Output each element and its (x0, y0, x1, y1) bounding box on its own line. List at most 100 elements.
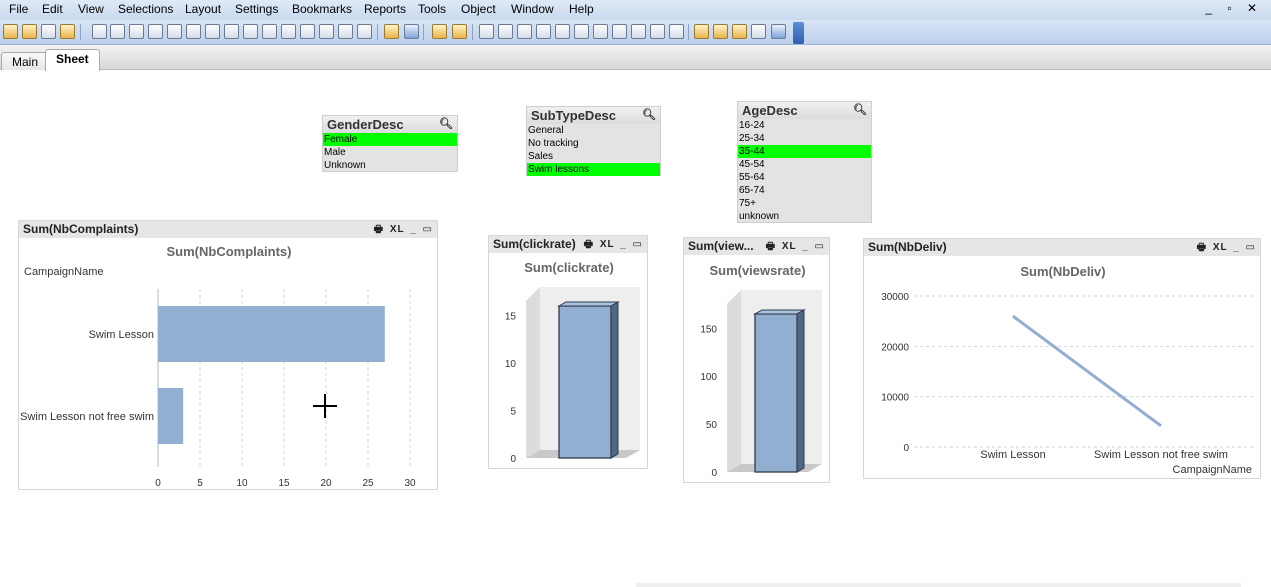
tab-sheet[interactable]: Sheet (45, 49, 100, 71)
menu-object[interactable]: Object (461, 2, 496, 16)
y-tick-label: 30000 (881, 292, 909, 303)
crosshair-cursor-icon (313, 394, 337, 418)
bar-top (557, 301, 620, 307)
adjust-icon[interactable] (669, 24, 684, 39)
document-properties-icon[interactable] (694, 24, 709, 39)
expression-overview-icon[interactable] (751, 24, 766, 39)
list-item[interactable]: 55-64 (738, 171, 871, 184)
chart-viewsrate[interactable]: Sum(view... 🖶 XL _ ▭ Sum(viewsrate) 0 50 1… (683, 237, 830, 483)
menu-edit[interactable]: Edit (42, 2, 63, 16)
tab-main[interactable]: Main (1, 52, 50, 70)
menu-reports[interactable]: Reports (364, 2, 406, 16)
search-icon[interactable]: 🔍︎ (439, 117, 453, 130)
chart-icon[interactable] (167, 24, 182, 39)
series-line (1012, 314, 1162, 428)
list-item[interactable]: Male (323, 146, 457, 159)
menu-file[interactable]: File (9, 2, 28, 16)
list-item[interactable]: 65-74 (738, 184, 871, 197)
align-middle-icon[interactable] (555, 24, 570, 39)
custom-object-icon[interactable] (357, 24, 372, 39)
statistics-box-icon[interactable] (110, 24, 125, 39)
list-item[interactable]: Female (323, 133, 457, 146)
space-vertical-icon[interactable] (612, 24, 627, 39)
chart-clickrate[interactable]: Sum(clickrate) 🖶 XL _ ▭ Sum(clickrate) 0… (488, 235, 648, 469)
list-item[interactable]: Sales (527, 150, 660, 163)
list-item[interactable]: 25-34 (738, 132, 871, 145)
search-object-icon[interactable] (319, 24, 334, 39)
toolbar-overflow-icon[interactable] (793, 22, 804, 44)
table-box-icon[interactable] (129, 24, 144, 39)
export-icon[interactable] (771, 24, 786, 39)
list-item[interactable]: Swim lessons (527, 163, 660, 176)
list-item[interactable]: General (527, 124, 660, 137)
multibox-icon[interactable] (224, 24, 239, 39)
list-item[interactable]: unknown (738, 210, 871, 223)
space-horizontal-icon[interactable] (593, 24, 608, 39)
menu-settings[interactable]: Settings (235, 2, 278, 16)
chart-side-wall (526, 287, 540, 458)
edit-module-icon[interactable] (732, 24, 747, 39)
chart-nbcomplaints[interactable]: Sum(NbComplaints) 🖶 XL _ ▭ Sum(NbComplai… (18, 220, 438, 490)
search-icon[interactable]: 🔍︎ (642, 108, 656, 121)
x-axis-label: CampaignName (1173, 464, 1252, 476)
search-icon[interactable]: 🔍︎ (853, 103, 867, 116)
horizontal-scrollbar[interactable] (636, 583, 1241, 587)
text-object-icon[interactable] (243, 24, 258, 39)
menu-help[interactable]: Help (569, 2, 594, 16)
y-tick-label: 10 (505, 359, 517, 370)
align-center-icon[interactable] (498, 24, 513, 39)
button-object-icon[interactable] (384, 24, 399, 39)
list-item[interactable]: 16-24 (738, 119, 871, 132)
bar (158, 306, 385, 362)
save-icon[interactable] (41, 24, 56, 39)
chart-nbdeliv[interactable]: Sum(NbDeliv) 🖶 XL _ ▭ Sum(NbDeliv) 0 1000… (863, 238, 1261, 479)
list-item[interactable]: Unknown (323, 159, 457, 172)
design-grid-icon[interactable] (452, 24, 467, 39)
listbox-subtypedesc: SubTypeDesc 🔍︎ General No tracking Sales… (526, 106, 661, 176)
bar-side (610, 301, 619, 459)
bar-side (796, 309, 805, 473)
list-item[interactable]: No tracking (527, 137, 660, 150)
menu-bookmarks[interactable]: Bookmarks (292, 2, 352, 16)
current-selections-icon[interactable] (205, 24, 220, 39)
chart-clickrate-plot: 0 5 10 15 (505, 287, 640, 465)
edit-script-icon[interactable] (60, 24, 75, 39)
listbox-icon[interactable] (92, 24, 107, 39)
line-arrow-icon[interactable] (262, 24, 277, 39)
sheet-tab-strip: Main Sheet (0, 45, 1271, 71)
adjust-left-icon[interactable] (631, 24, 646, 39)
x-tick-label: 10 (236, 478, 248, 489)
bar (558, 305, 612, 459)
align-left-icon[interactable] (479, 24, 494, 39)
menu-view[interactable]: View (78, 2, 104, 16)
align-top-icon[interactable] (574, 24, 589, 39)
format-painter-icon[interactable] (432, 24, 447, 39)
open-icon[interactable] (22, 24, 37, 39)
list-item[interactable]: 35-44 (738, 145, 871, 158)
align-right-icon[interactable] (517, 24, 532, 39)
menu-selections[interactable]: Selections (118, 2, 173, 16)
list-item[interactable]: 75+ (738, 197, 871, 210)
y-tick-label: 0 (510, 454, 516, 465)
container-icon[interactable] (338, 24, 353, 39)
list-item[interactable]: 45-54 (738, 158, 871, 171)
bookmark-object-icon[interactable] (300, 24, 315, 39)
y-tick-label: 5 (510, 407, 516, 418)
new-doc-icon[interactable] (3, 24, 18, 39)
menu-layout[interactable]: Layout (185, 2, 221, 16)
pivot-icon[interactable] (148, 24, 163, 39)
y-category-label: Swim Lesson not free swim (20, 411, 154, 423)
x-tick-label: 20 (320, 478, 332, 489)
menu-window[interactable]: Window (511, 2, 554, 16)
dimension-label: CampaignName (24, 266, 103, 278)
sheet-properties-icon[interactable] (713, 24, 728, 39)
adjust-top-icon[interactable] (650, 24, 665, 39)
wizard-icon[interactable] (404, 24, 419, 39)
input-box-icon[interactable] (186, 24, 201, 39)
bar (158, 388, 184, 444)
slider-icon[interactable] (281, 24, 296, 39)
menu-tools[interactable]: Tools (418, 2, 446, 16)
align-bottom-icon[interactable] (536, 24, 551, 39)
listbox-title: GenderDesc 🔍︎ (323, 116, 457, 133)
window-controls[interactable]: _ ▫ ✕ (1205, 1, 1263, 15)
